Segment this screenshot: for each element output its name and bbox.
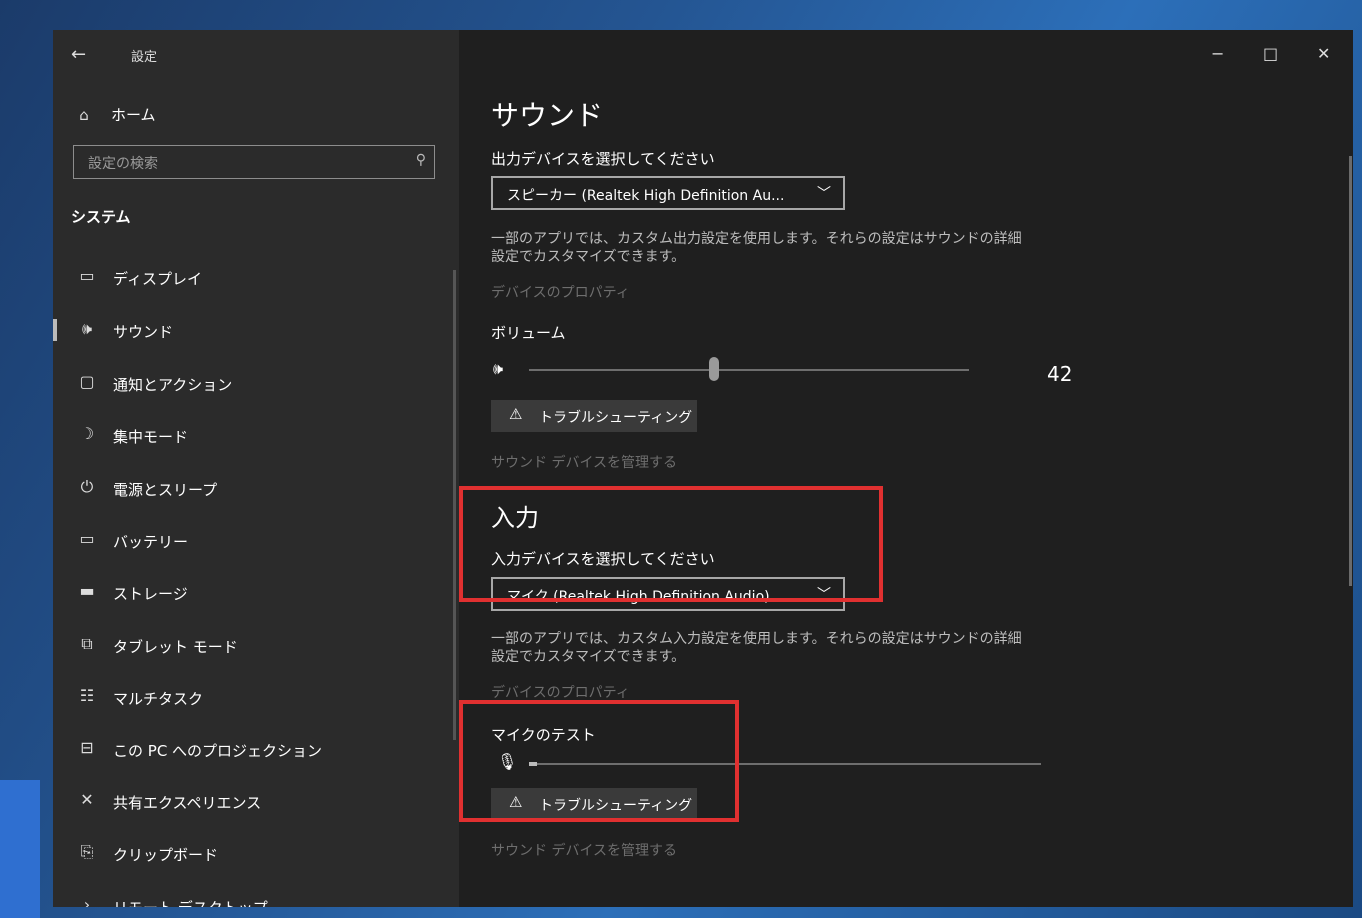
output-troubleshoot-button[interactable]: ⚠ トラブルシューティング bbox=[491, 400, 697, 432]
home-label: ホーム bbox=[111, 106, 156, 124]
sidebar-item-remote[interactable]: › リモート デスクトップ bbox=[53, 885, 459, 907]
speaker-icon[interactable]: 🕪 bbox=[493, 359, 503, 379]
highlight-box-input-device bbox=[459, 486, 883, 602]
output-description-line2: 設定でカスタマイズできます。 bbox=[491, 249, 686, 265]
volume-slider-track[interactable] bbox=[529, 369, 969, 371]
sidebar-item-focus[interactable]: ☽ 集中モード bbox=[53, 414, 459, 458]
output-device-dropdown[interactable]: スピーカー (Realtek High Definition Au... ﹀ bbox=[491, 176, 845, 210]
sidebar-item-label: サウンド bbox=[113, 323, 174, 341]
input-description-line2: 設定でカスタマイズできます。 bbox=[491, 649, 686, 665]
sidebar-item-label: リモート デスクトップ bbox=[113, 897, 268, 907]
warning-icon: ⚠ bbox=[509, 405, 523, 423]
sidebar-item-multitask[interactable]: ☷ マルチタスク bbox=[53, 676, 459, 720]
volume-slider-thumb[interactable] bbox=[708, 357, 719, 381]
sidebar-item-label: クリップボード bbox=[113, 846, 219, 864]
output-description: 一部のアプリでは、カスタム出力設定を使用します。それらの設定はサウンドの詳細 設… bbox=[491, 230, 1091, 266]
sidebar-item-display[interactable]: ▭ ディスプレイ bbox=[53, 256, 459, 300]
sidebar-item-label: マルチタスク bbox=[113, 690, 204, 708]
back-arrow-icon[interactable]: ← bbox=[71, 44, 86, 65]
sidebar-item-label: 集中モード bbox=[113, 428, 189, 446]
sidebar-item-storage[interactable]: ▬ ストレージ bbox=[53, 571, 459, 615]
main-scrollbar[interactable] bbox=[1349, 156, 1352, 586]
output-description-line1: 一部のアプリでは、カスタム出力設定を使用します。それらの設定はサウンドの詳細 bbox=[491, 231, 1022, 247]
search-icon[interactable]: ⚲ bbox=[416, 152, 426, 168]
projection-icon: ⊟ bbox=[80, 738, 94, 757]
sidebar-item-sound[interactable]: 🕪 サウンド bbox=[53, 309, 459, 353]
home-icon: ⌂ bbox=[79, 106, 89, 124]
moon-icon: ☽ bbox=[79, 424, 95, 443]
window-title: 設定 bbox=[131, 50, 158, 65]
search-input[interactable]: 設定の検索 ⚲ bbox=[73, 145, 435, 179]
main-content: − □ ✕ サウンド 出力デバイスを選択してください スピーカー (Realte… bbox=[459, 30, 1353, 907]
manage-devices-link[interactable]: サウンド デバイスを管理する bbox=[491, 452, 677, 472]
sidebar-item-label: 通知とアクション bbox=[113, 376, 233, 394]
notification-icon: ▢ bbox=[79, 372, 95, 391]
volume-label: ボリューム bbox=[491, 324, 566, 342]
storage-icon: ▬ bbox=[79, 581, 95, 600]
sidebar-item-label: バッテリー bbox=[113, 533, 189, 551]
output-properties-link[interactable]: デバイスのプロパティ bbox=[491, 282, 630, 302]
display-icon: ▭ bbox=[79, 266, 95, 285]
sidebar-item-shared[interactable]: ✕ 共有エクスペリエンス bbox=[53, 780, 459, 824]
maximize-button[interactable]: □ bbox=[1263, 44, 1278, 63]
sidebar-item-label: 電源とスリープ bbox=[113, 481, 218, 499]
output-device-value: スピーカー (Realtek High Definition Au... bbox=[507, 188, 785, 204]
clipboard-icon: ⎘ bbox=[80, 842, 94, 861]
close-button[interactable]: ✕ bbox=[1317, 44, 1330, 63]
sidebar-item-label: 共有エクスペリエンス bbox=[113, 794, 262, 812]
minimize-button[interactable]: − bbox=[1211, 44, 1224, 63]
speaker-icon: 🕪 bbox=[81, 319, 93, 338]
tablet-icon: ⧉ bbox=[81, 634, 93, 653]
troubleshoot-label: トラブルシューティング bbox=[539, 410, 693, 426]
settings-window: ← 設定 ⌂ ホーム 設定の検索 ⚲ システム ▭ ディスプレイ 🕪 サウンド ▢… bbox=[53, 30, 1353, 907]
sidebar-item-label: ストレージ bbox=[113, 585, 188, 603]
input-properties-link[interactable]: デバイスのプロパティ bbox=[491, 682, 630, 702]
power-icon: ⏻ bbox=[80, 477, 94, 496]
wallpaper-accent bbox=[0, 780, 40, 918]
battery-icon: ▭ bbox=[79, 529, 95, 548]
volume-value: 42 bbox=[1047, 362, 1073, 386]
page-title: サウンド bbox=[491, 99, 604, 132]
sidebar-home[interactable]: ⌂ ホーム bbox=[73, 104, 156, 125]
sidebar-item-label: ディスプレイ bbox=[113, 270, 202, 288]
sidebar: ← 設定 ⌂ ホーム 設定の検索 ⚲ システム ▭ ディスプレイ 🕪 サウンド ▢… bbox=[53, 30, 459, 907]
sidebar-item-clipboard[interactable]: ⎘ クリップボード bbox=[53, 832, 459, 876]
search-placeholder: 設定の検索 bbox=[88, 156, 158, 172]
highlight-box-mic-test bbox=[459, 700, 739, 822]
output-label: 出力デバイスを選択してください bbox=[491, 150, 715, 168]
multitask-icon: ☷ bbox=[79, 686, 95, 705]
remote-icon: › bbox=[83, 895, 91, 907]
input-description-line1: 一部のアプリでは、カスタム入力設定を使用します。それらの設定はサウンドの詳細 bbox=[491, 631, 1022, 647]
sidebar-item-battery[interactable]: ▭ バッテリー bbox=[53, 519, 459, 563]
sidebar-item-projection[interactable]: ⊟ この PC へのプロジェクション bbox=[53, 728, 459, 772]
sidebar-item-power[interactable]: ⏻ 電源とスリープ bbox=[53, 467, 459, 511]
shared-icon: ✕ bbox=[80, 790, 94, 809]
sidebar-item-label: この PC へのプロジェクション bbox=[113, 742, 323, 760]
input-manage-devices-link[interactable]: サウンド デバイスを管理する bbox=[491, 840, 677, 860]
sidebar-scrollbar[interactable] bbox=[453, 270, 456, 740]
sidebar-item-tablet[interactable]: ⧉ タブレット モード bbox=[53, 624, 459, 668]
chevron-down-icon: ﹀ bbox=[817, 186, 831, 202]
input-description: 一部のアプリでは、カスタム入力設定を使用します。それらの設定はサウンドの詳細 設… bbox=[491, 630, 1091, 666]
sidebar-item-label: タブレット モード bbox=[113, 638, 238, 656]
section-title: システム bbox=[71, 208, 131, 226]
sidebar-item-notifications[interactable]: ▢ 通知とアクション bbox=[53, 362, 459, 406]
